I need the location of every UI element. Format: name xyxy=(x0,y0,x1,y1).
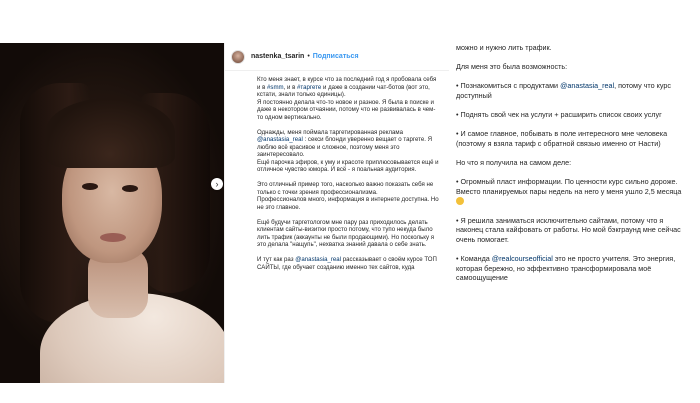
text-paragraph: Для меня это была возможность: xyxy=(456,62,568,72)
photo-eye-right xyxy=(122,185,138,192)
avatar[interactable] xyxy=(231,49,245,64)
mention-link[interactable]: @realcourseofficial xyxy=(492,254,553,263)
text-paragraph: • Поднять свой чек на услуги + расширить… xyxy=(456,110,662,120)
hashtag-link[interactable]: #smm xyxy=(267,84,284,91)
photo-eye-left xyxy=(82,183,98,190)
text-span: • Огромный пласт информации. По ценности… xyxy=(456,177,682,196)
caption-text: И тут как раз xyxy=(257,256,296,263)
post-caption: Кто меня знает, в курсе что за последний… xyxy=(225,71,449,271)
caption-paragraph: Однажды, меня поймала таргетированная ре… xyxy=(257,129,441,174)
text-span: • Команда xyxy=(456,254,492,264)
caption-paragraph: И тут как раз @anastasia_real рассказыва… xyxy=(257,256,441,271)
text-paragraph: • Команда @realcourseofficial это не про… xyxy=(456,254,688,283)
hashtag-link[interactable]: #таргете xyxy=(297,84,321,91)
mention-link[interactable]: @anastasia_real xyxy=(295,256,341,263)
username[interactable]: nastenka_tsarin xyxy=(251,53,304,60)
caption-text: Однажды, меня поймала таргетированная ре… xyxy=(257,128,404,136)
sweat-smile-emoji-icon xyxy=(456,196,464,205)
text-paragraph: • Я решила заниматься исключительно сайт… xyxy=(456,215,681,244)
text-paragraph: Но что я получила на самом деле: xyxy=(456,158,572,168)
post-header: nastenka_tsarin • Подписаться xyxy=(225,43,449,71)
caption-continuation: можно и нужно лить трафик. Для меня это … xyxy=(456,43,688,383)
post-panel: nastenka_tsarin • Подписаться Кто меня з… xyxy=(224,43,449,383)
mention-link[interactable]: @anastasia_real xyxy=(560,81,614,90)
text-paragraph: • Огромный пласт информации. По ценности… xyxy=(456,177,688,206)
caption-paragraph: Это отличный пример того, насколько важн… xyxy=(257,181,439,211)
caption-paragraph: Кто меня знает, в курсе что за последний… xyxy=(257,76,441,121)
follow-button[interactable]: Подписаться xyxy=(313,53,359,60)
photo-lips xyxy=(100,233,126,242)
text-paragraph: • Познакомиться с продуктами @anastasia_… xyxy=(456,81,688,100)
mention-link[interactable]: @anastasia_real xyxy=(257,136,303,143)
text-span: • Познакомиться с продуктами xyxy=(456,81,561,91)
photo-hair-top xyxy=(45,98,175,168)
text-paragraph: • И самое главное, побывать в поле интер… xyxy=(456,129,668,148)
chevron-right-icon[interactable]: › xyxy=(211,178,223,190)
caption-paragraph: Ещё будучи таргетологом мне пару раз при… xyxy=(257,218,435,249)
post-photo[interactable] xyxy=(0,43,224,383)
separator-dot: • xyxy=(307,53,310,60)
caption-text: , и в xyxy=(283,83,298,91)
text-paragraph: можно и нужно лить трафик. xyxy=(456,43,552,52)
